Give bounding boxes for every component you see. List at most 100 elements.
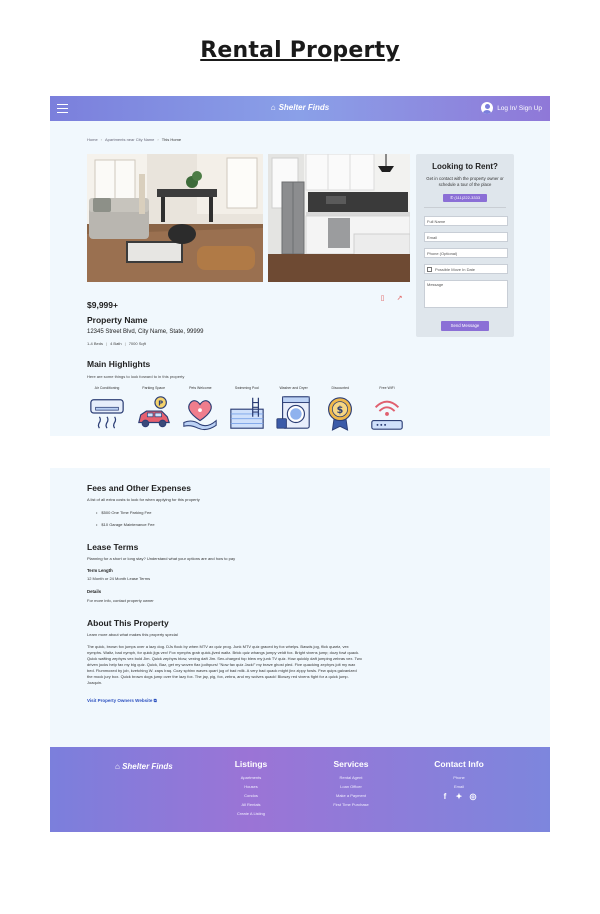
bath-spec: 4 Bath xyxy=(110,341,122,346)
sqft-spec: 7000 Sqft xyxy=(128,341,146,346)
fee-item: $10 Garage Maintenance Fee xyxy=(96,522,154,527)
footer-link-rental-agent[interactable]: Rental Agent xyxy=(316,773,386,782)
highlight-item: Parking Space P xyxy=(134,386,174,436)
highlight-item: Swimming Pool xyxy=(227,386,267,436)
about-paragraph: The quick, brown fox jumps over a lazy d… xyxy=(87,644,362,685)
breadcrumb-apartments[interactable]: Apartments near City Name xyxy=(105,137,154,142)
highlights-list: Air Conditioning Parking Space P Pets We… xyxy=(87,386,407,436)
footer-contact: Contact Info Phone Email f ✦ ◎ xyxy=(424,759,494,801)
footer-brand-name: Shelter Finds xyxy=(122,762,173,771)
brand-logo[interactable]: ⌂ Shelter Finds xyxy=(50,103,550,112)
twitter-icon[interactable]: ✦ xyxy=(455,792,464,801)
fees-subtitle: A list of all extra costs to look for wh… xyxy=(87,497,200,502)
visit-owner-website-link[interactable]: Visit Property Owners Website ⧉ xyxy=(87,698,157,703)
footer-services-title: Services xyxy=(333,759,369,769)
instagram-icon[interactable]: ◎ xyxy=(469,792,478,801)
breadcrumb-current: This Home xyxy=(161,137,182,142)
full-name-field[interactable]: Full Name xyxy=(424,216,508,226)
house-icon: ⌂ xyxy=(270,103,276,112)
listing-details-panel: Fees and Other Expenses A list of all ex… xyxy=(50,468,550,747)
contact-card-subtitle: Get in contact with the property owner o… xyxy=(426,176,504,187)
house-icon: ⌂ xyxy=(115,762,123,771)
footer-link-create-listing[interactable]: Create A Listing xyxy=(216,809,286,818)
phone-field[interactable]: Phone (Optional) xyxy=(424,248,508,258)
highlights-subtitle: Here are some things to look forward to … xyxy=(87,374,185,379)
phone-number: (111)222-3333 xyxy=(454,195,481,200)
highlight-item: Air Conditioning xyxy=(87,386,127,436)
discount-badge-icon: $ xyxy=(328,397,353,431)
highlight-label: Washer and Dryer xyxy=(279,386,308,390)
highlight-label: Swimming Pool xyxy=(234,386,260,390)
beds-spec: 1-4 Beds xyxy=(87,341,104,346)
call-button[interactable]: ✆ (111)222-3333 xyxy=(443,194,487,202)
bookmark-icon[interactable]: ▯ xyxy=(378,294,387,303)
facebook-icon[interactable]: f xyxy=(441,792,450,801)
footer-listings: Listings Apartments Houses Condos All Re… xyxy=(216,759,286,818)
property-name: Property Name xyxy=(87,315,148,325)
footer-link-loan-officer[interactable]: Loan Officer xyxy=(316,782,386,791)
highlight-label: Parking Space xyxy=(142,386,166,390)
details-label: Details xyxy=(87,589,102,594)
share-icon[interactable]: ↗ xyxy=(395,294,404,303)
contact-card-title: Looking to Rent? xyxy=(432,162,498,171)
footer-link-condos[interactable]: Condos xyxy=(216,791,286,800)
lease-title: Lease Terms xyxy=(87,542,139,552)
calendar-icon xyxy=(427,267,432,272)
footer-link-email[interactable]: Email xyxy=(424,782,494,791)
lease-subtitle: Planning for a short or long stay? Under… xyxy=(87,556,236,561)
washing-machine-icon xyxy=(276,396,310,429)
move-in-date-label: Possible Move In Date xyxy=(435,267,476,272)
highlight-item: Free WiFi xyxy=(367,386,407,436)
listing-price: $9,999+ xyxy=(87,300,118,310)
air-conditioner-icon xyxy=(90,399,124,429)
details-value: For more info, contact property owner xyxy=(87,598,154,603)
footer-link-houses[interactable]: Houses xyxy=(216,782,286,791)
fees-title: Fees and Other Expenses xyxy=(87,483,191,493)
email-field[interactable]: Email xyxy=(424,232,508,242)
visit-link-label: Visit Property Owners Website xyxy=(87,698,153,703)
breadcrumb: Home › Apartments near City Name › This Home xyxy=(87,137,182,142)
highlight-item: Pets Welcome xyxy=(180,386,220,436)
property-address: 12345 Street Blvd, City Name, State, 999… xyxy=(87,329,204,335)
highlight-label: Free WiFi xyxy=(379,386,395,390)
highlight-item: Discounted $ xyxy=(320,386,360,436)
login-signup-button[interactable]: Log In/ Sign Up xyxy=(481,102,542,114)
send-message-button[interactable]: Send Message xyxy=(441,321,489,331)
svg-text:$: $ xyxy=(337,405,344,416)
footer: ⌂ Shelter Finds Listings Apartments Hous… xyxy=(50,747,550,832)
living-room-photo[interactable] xyxy=(87,154,263,282)
page-title: Rental Property xyxy=(200,38,400,63)
footer-link-first-time-purchase[interactable]: First Time Purchase xyxy=(316,800,386,809)
highlight-label: Discounted xyxy=(331,386,350,390)
brand-name: Shelter Finds xyxy=(278,103,330,112)
footer-contact-title: Contact Info xyxy=(434,759,484,769)
user-avatar-icon xyxy=(481,102,494,114)
term-length-label: Term Length xyxy=(87,568,113,573)
footer-link-apartments[interactable]: Apartments xyxy=(216,773,286,782)
message-field[interactable]: Message xyxy=(424,280,508,308)
footer-listings-title: Listings xyxy=(234,759,268,769)
wifi-router-icon xyxy=(371,400,403,430)
fee-item: $500 One Time Parking Fee xyxy=(96,510,151,515)
contact-card: Looking to Rent? Get in contact with the… xyxy=(416,154,514,337)
footer-link-make-payment[interactable]: Make a Payment xyxy=(316,791,386,800)
car-parking-icon: P xyxy=(137,396,170,428)
move-in-date-field[interactable]: Possible Move In Date xyxy=(424,264,508,274)
highlights-title: Main Highlights xyxy=(87,359,151,369)
footer-brand[interactable]: ⌂ Shelter Finds xyxy=(115,762,173,771)
breadcrumb-home[interactable]: Home xyxy=(87,137,98,142)
divider xyxy=(424,207,506,208)
login-label: Log In/ Sign Up xyxy=(497,104,542,112)
kitchen-photo[interactable] xyxy=(268,154,410,282)
svg-text:P: P xyxy=(158,399,163,407)
external-link-icon: ⧉ xyxy=(152,698,157,703)
about-title: About This Property xyxy=(87,618,169,628)
pet-heart-icon xyxy=(183,400,217,431)
highlight-item: Washer and Dryer xyxy=(274,386,314,436)
footer-services: Services Rental Agent Loan Officer Make … xyxy=(316,759,386,809)
footer-link-all-rentals[interactable]: All Rentals xyxy=(216,800,286,809)
navbar: ⌂ Shelter Finds Log In/ Sign Up xyxy=(50,96,550,121)
footer-link-phone[interactable]: Phone xyxy=(424,773,494,782)
highlight-label: Air Conditioning xyxy=(94,386,120,390)
property-specs: 1-4 Beds | 4 Bath | 7000 Sqft xyxy=(87,341,146,346)
